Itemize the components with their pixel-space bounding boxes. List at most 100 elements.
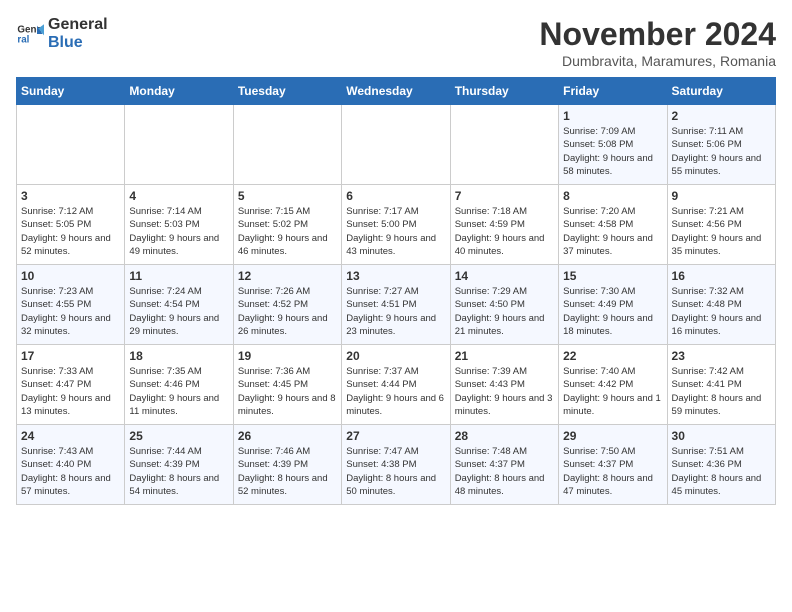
day-number: 11: [129, 269, 228, 283]
day-number: 9: [672, 189, 771, 203]
table-row: 24 Sunrise: 7:43 AM Sunset: 4:40 PM Dayli…: [17, 425, 125, 505]
logo-icon: Gene ral: [16, 20, 44, 48]
day-number: 23: [672, 349, 771, 363]
table-row: 8Sunrise: 7:20 AM Sunset: 4:58 PM Daylig…: [559, 185, 667, 265]
table-row: 23 Sunrise: 7:42 AM Sunset: 4:41 PM Dayli…: [667, 345, 775, 425]
day-info: Sunrise: 7:39 AM Sunset: 4:43 PM Dayligh…: [455, 365, 554, 418]
day-number: 10: [21, 269, 120, 283]
day-number: 4: [129, 189, 228, 203]
day-number: 13: [346, 269, 445, 283]
day-number: 28: [455, 429, 554, 443]
day-number: 30: [672, 429, 771, 443]
day-info: Sunrise: 7:14 AM Sunset: 5:03 PM Dayligh…: [129, 205, 228, 258]
location-subtitle: Dumbravita, Maramures, Romania: [539, 53, 776, 69]
svg-text:ral: ral: [17, 34, 29, 45]
day-number: 27: [346, 429, 445, 443]
table-row: 5Sunrise: 7:15 AM Sunset: 5:02 PM Daylig…: [233, 185, 341, 265]
table-row: 15 Sunrise: 7:30 AM Sunset: 4:49 PM Dayli…: [559, 265, 667, 345]
day-info: Sunrise: 7:27 AM Sunset: 4:51 PM Dayligh…: [346, 285, 445, 338]
table-row: 12 Sunrise: 7:26 AM Sunset: 4:52 PM Dayli…: [233, 265, 341, 345]
logo-line1: General: [48, 16, 108, 34]
header-thursday: Thursday: [450, 78, 558, 105]
header-friday: Friday: [559, 78, 667, 105]
day-info: Sunrise: 7:36 AM Sunset: 4:45 PM Dayligh…: [238, 365, 337, 418]
table-row: [342, 105, 450, 185]
table-row: 10 Sunrise: 7:23 AM Sunset: 4:55 PM Dayli…: [17, 265, 125, 345]
table-row: [233, 105, 341, 185]
day-info: Sunrise: 7:12 AM Sunset: 5:05 PM Dayligh…: [21, 205, 120, 258]
table-row: [450, 105, 558, 185]
day-info: Sunrise: 7:42 AM Sunset: 4:41 PM Dayligh…: [672, 365, 771, 418]
table-row: 18Sunrise: 7:35 AM Sunset: 4:46 PM Dayli…: [125, 345, 233, 425]
table-row: 19 Sunrise: 7:36 AM Sunset: 4:45 PM Dayli…: [233, 345, 341, 425]
day-info: Sunrise: 7:15 AM Sunset: 5:02 PM Dayligh…: [238, 205, 337, 258]
table-row: 14 Sunrise: 7:29 AM Sunset: 4:50 PM Dayli…: [450, 265, 558, 345]
header-tuesday: Tuesday: [233, 78, 341, 105]
day-info: Sunrise: 7:51 AM Sunset: 4:36 PM Dayligh…: [672, 445, 771, 498]
day-info: Sunrise: 7:48 AM Sunset: 4:37 PM Dayligh…: [455, 445, 554, 498]
header-monday: Monday: [125, 78, 233, 105]
header-sunday: Sunday: [17, 78, 125, 105]
day-number: 14: [455, 269, 554, 283]
day-number: 15: [563, 269, 662, 283]
table-row: 22 Sunrise: 7:40 AM Sunset: 4:42 PM Dayli…: [559, 345, 667, 425]
day-info: Sunrise: 7:40 AM Sunset: 4:42 PM Dayligh…: [563, 365, 662, 418]
day-number: 17: [21, 349, 120, 363]
table-row: 20 Sunrise: 7:37 AM Sunset: 4:44 PM Dayli…: [342, 345, 450, 425]
day-number: 25: [129, 429, 228, 443]
logo: Gene ral General Blue: [16, 16, 108, 51]
table-row: [125, 105, 233, 185]
day-info: Sunrise: 7:33 AM Sunset: 4:47 PM Dayligh…: [21, 365, 120, 418]
table-row: 1 Sunrise: 7:09 AM Sunset: 5:08 PM Daylig…: [559, 105, 667, 185]
day-number: 8: [563, 189, 662, 203]
table-row: 7Sunrise: 7:18 AM Sunset: 4:59 PM Daylig…: [450, 185, 558, 265]
table-row: 4 Sunrise: 7:14 AM Sunset: 5:03 PM Daylig…: [125, 185, 233, 265]
day-info: Sunrise: 7:24 AM Sunset: 4:54 PM Dayligh…: [129, 285, 228, 338]
header-saturday: Saturday: [667, 78, 775, 105]
day-number: 21: [455, 349, 554, 363]
day-info: Sunrise: 7:47 AM Sunset: 4:38 PM Dayligh…: [346, 445, 445, 498]
day-info: Sunrise: 7:37 AM Sunset: 4:44 PM Dayligh…: [346, 365, 445, 418]
day-info: Sunrise: 7:21 AM Sunset: 4:56 PM Dayligh…: [672, 205, 771, 258]
day-number: 16: [672, 269, 771, 283]
table-row: 17 Sunrise: 7:33 AM Sunset: 4:47 PM Dayli…: [17, 345, 125, 425]
day-number: 26: [238, 429, 337, 443]
day-info: Sunrise: 7:17 AM Sunset: 5:00 PM Dayligh…: [346, 205, 445, 258]
table-row: 9 Sunrise: 7:21 AM Sunset: 4:56 PM Daylig…: [667, 185, 775, 265]
day-number: 24: [21, 429, 120, 443]
day-number: 29: [563, 429, 662, 443]
table-row: 30 Sunrise: 7:51 AM Sunset: 4:36 PM Dayli…: [667, 425, 775, 505]
day-number: 20: [346, 349, 445, 363]
table-row: 26 Sunrise: 7:46 AM Sunset: 4:39 PM Dayli…: [233, 425, 341, 505]
table-row: 28 Sunrise: 7:48 AM Sunset: 4:37 PM Dayli…: [450, 425, 558, 505]
day-number: 19: [238, 349, 337, 363]
day-number: 1: [563, 109, 662, 123]
day-number: 18: [129, 349, 228, 363]
header: Gene ral General Blue November 2024 Dumb…: [16, 16, 776, 69]
table-row: [17, 105, 125, 185]
day-number: 6: [346, 189, 445, 203]
table-row: 21 Sunrise: 7:39 AM Sunset: 4:43 PM Dayli…: [450, 345, 558, 425]
table-row: 11 Sunrise: 7:24 AM Sunset: 4:54 PM Dayli…: [125, 265, 233, 345]
day-number: 12: [238, 269, 337, 283]
day-info: Sunrise: 7:43 AM Sunset: 4:40 PM Dayligh…: [21, 445, 120, 498]
table-row: 27 Sunrise: 7:47 AM Sunset: 4:38 PM Dayli…: [342, 425, 450, 505]
table-row: 25 Sunrise: 7:44 AM Sunset: 4:39 PM Dayli…: [125, 425, 233, 505]
day-info: Sunrise: 7:26 AM Sunset: 4:52 PM Dayligh…: [238, 285, 337, 338]
day-info: Sunrise: 7:23 AM Sunset: 4:55 PM Dayligh…: [21, 285, 120, 338]
day-info: Sunrise: 7:32 AM Sunset: 4:48 PM Dayligh…: [672, 285, 771, 338]
day-number: 2: [672, 109, 771, 123]
calendar-header: Sunday Monday Tuesday Wednesday Thursday…: [17, 78, 776, 105]
header-wednesday: Wednesday: [342, 78, 450, 105]
calendar-body: 1 Sunrise: 7:09 AM Sunset: 5:08 PM Daylig…: [17, 105, 776, 505]
day-info: Sunrise: 7:29 AM Sunset: 4:50 PM Dayligh…: [455, 285, 554, 338]
month-title: November 2024: [539, 16, 776, 53]
day-info: Sunrise: 7:44 AM Sunset: 4:39 PM Dayligh…: [129, 445, 228, 498]
day-info: Sunrise: 7:50 AM Sunset: 4:37 PM Dayligh…: [563, 445, 662, 498]
day-number: 22: [563, 349, 662, 363]
table-row: 29 Sunrise: 7:50 AM Sunset: 4:37 PM Dayli…: [559, 425, 667, 505]
day-info: Sunrise: 7:09 AM Sunset: 5:08 PM Dayligh…: [563, 125, 662, 178]
day-info: Sunrise: 7:11 AM Sunset: 5:06 PM Dayligh…: [672, 125, 771, 178]
day-info: Sunrise: 7:30 AM Sunset: 4:49 PM Dayligh…: [563, 285, 662, 338]
day-info: Sunrise: 7:46 AM Sunset: 4:39 PM Dayligh…: [238, 445, 337, 498]
